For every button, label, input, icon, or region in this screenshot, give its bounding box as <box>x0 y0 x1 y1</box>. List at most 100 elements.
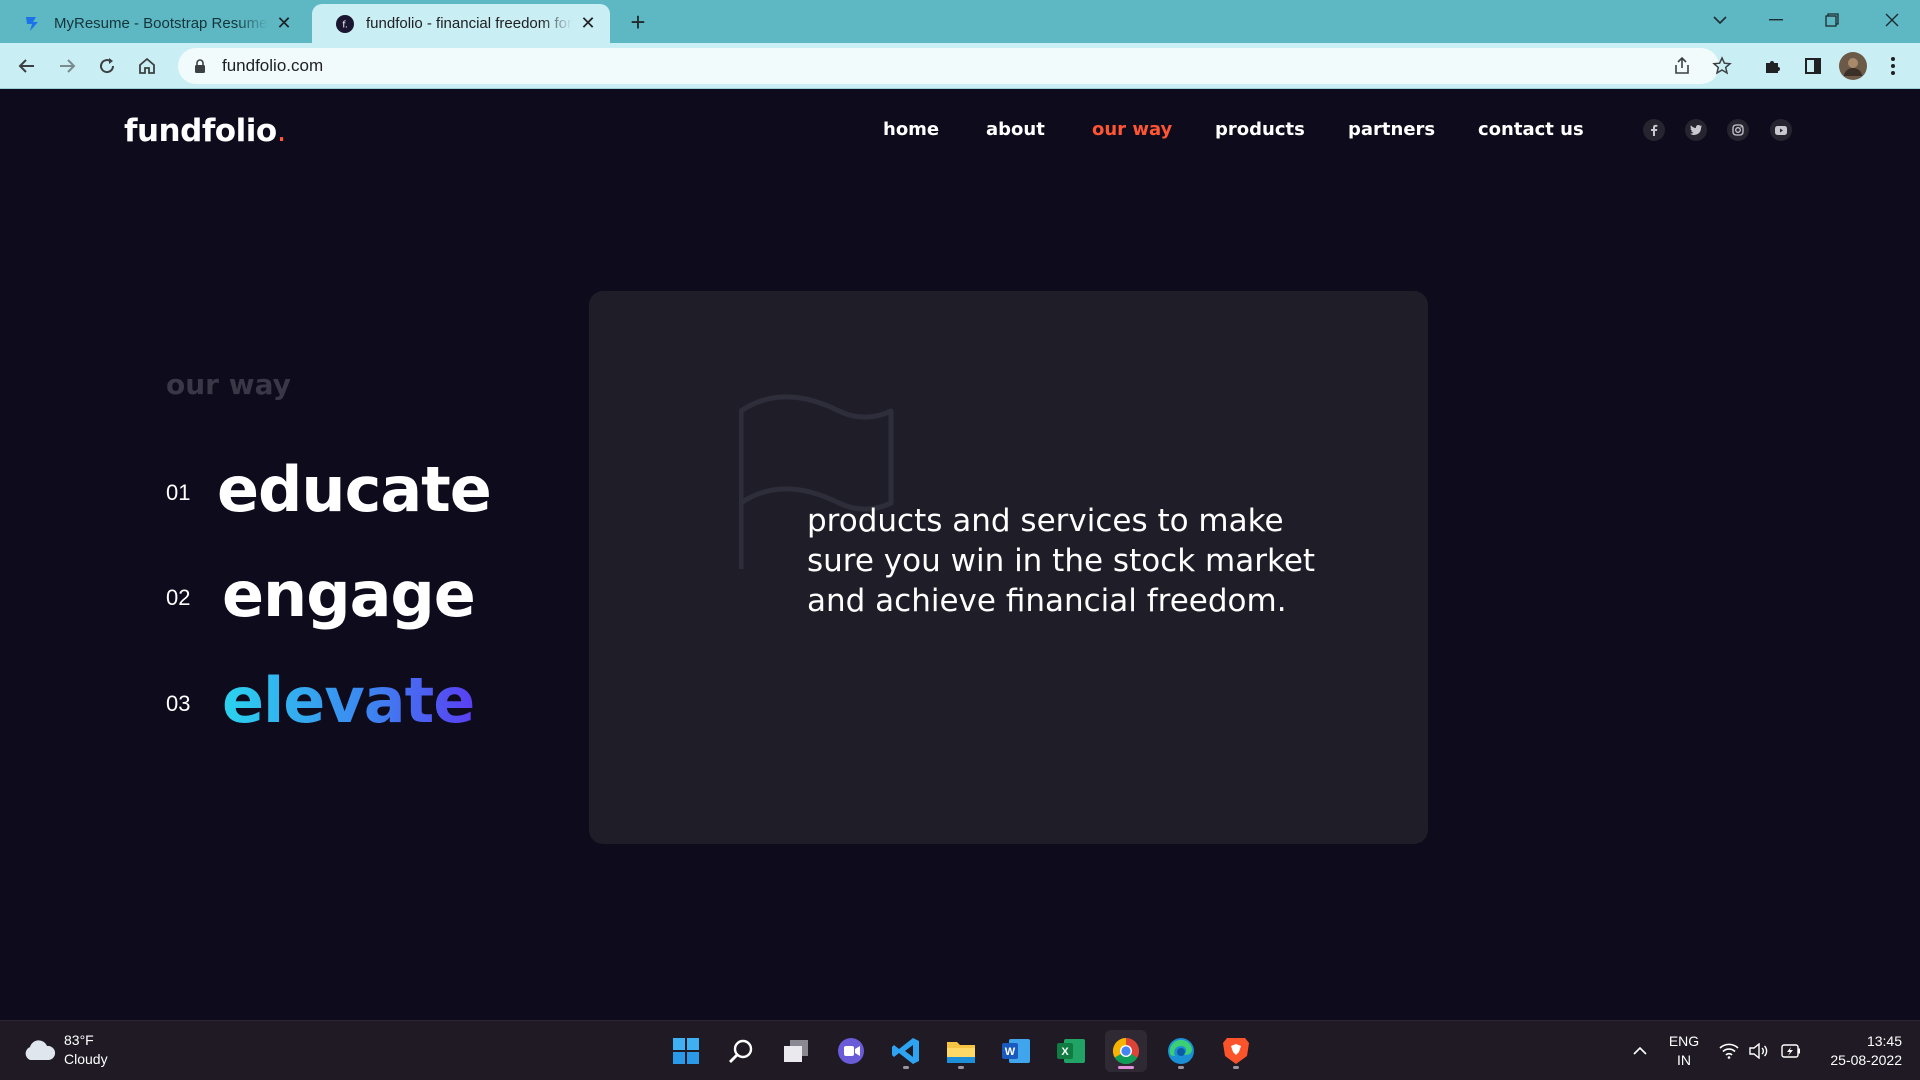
bootstrapmade-favicon-icon <box>26 16 38 31</box>
step-word-elevate[interactable]: elevate <box>222 664 475 737</box>
card-line: sure you win in the stock market <box>807 543 1316 579</box>
clock-time: 13:45 <box>1866 1033 1902 1049</box>
instagram-icon[interactable] <box>1727 119 1749 141</box>
edge-icon <box>1168 1038 1194 1064</box>
start-button[interactable] <box>665 1030 707 1072</box>
folder-icon <box>947 1042 975 1063</box>
back-icon[interactable] <box>12 51 42 81</box>
brave-app[interactable] <box>1215 1030 1257 1072</box>
show-hidden-icons[interactable] <box>1624 1021 1656 1080</box>
facebook-icon[interactable] <box>1643 119 1665 141</box>
nav-our-way[interactable]: our way <box>1092 119 1172 140</box>
volume-icon[interactable] <box>1745 1021 1771 1080</box>
nav-home[interactable]: home <box>883 119 939 140</box>
vscode-icon <box>892 1038 919 1064</box>
word-icon: W <box>1002 1039 1030 1063</box>
step-number: 02 <box>166 585 191 610</box>
tab-title: MyResume - Bootstrap Resume and CV Templ… <box>54 15 268 32</box>
search-icon <box>729 1039 753 1063</box>
language-code: ENG <box>1668 1033 1700 1049</box>
clock[interactable]: 13:45 25-08-2022 <box>1812 1021 1902 1080</box>
fundfolio-favicon-icon: f. <box>336 14 354 33</box>
task-view-icon <box>784 1040 808 1062</box>
language-indicator[interactable]: ENG IN <box>1664 1021 1704 1080</box>
clock-date: 25-08-2022 <box>1830 1052 1902 1068</box>
running-indicator <box>958 1066 964 1069</box>
svg-text:W: W <box>1005 1046 1016 1058</box>
extensions-icon[interactable] <box>1758 51 1788 81</box>
step-number: 03 <box>166 691 191 716</box>
tab-search-icon[interactable] <box>1692 0 1748 40</box>
word-app[interactable]: W <box>995 1030 1037 1072</box>
weather-widget[interactable]: 83°F Cloudy <box>22 1031 108 1069</box>
file-explorer-app[interactable] <box>940 1030 982 1072</box>
svg-text:X: X <box>1061 1046 1069 1058</box>
url-text: fundfolio.com <box>222 56 324 75</box>
chrome-app[interactable] <box>1105 1030 1147 1072</box>
battery-icon[interactable] <box>1776 1021 1804 1080</box>
web-page: fundfolio. home about our way products p… <box>0 89 1920 1020</box>
running-indicator <box>1178 1066 1184 1069</box>
step-word-educate[interactable]: educate <box>217 453 492 526</box>
restore-icon[interactable] <box>1804 0 1860 40</box>
brave-lion-icon <box>1223 1038 1249 1064</box>
youtube-icon[interactable] <box>1770 119 1792 141</box>
profile-avatar[interactable] <box>1838 51 1868 81</box>
tab-fundfolio[interactable]: f. fundfolio - financial freedom for all… <box>312 4 610 43</box>
card-line: and achieve financial freedom. <box>807 583 1287 619</box>
close-tab-icon[interactable]: ✕ <box>578 13 598 34</box>
nav-products[interactable]: products <box>1215 119 1305 140</box>
twitter-icon[interactable] <box>1685 119 1707 141</box>
site-logo[interactable]: fundfolio. <box>124 113 287 149</box>
tab-title: fundfolio - financial freedom for all <box>366 15 572 32</box>
region-code: IN <box>1677 1052 1691 1068</box>
weather-temp: 83°F <box>64 1032 94 1048</box>
content-card: products and services to make sure you w… <box>589 291 1428 844</box>
logo-text: fundfolio <box>124 113 277 149</box>
logo-dot: . <box>276 113 287 149</box>
card-line: products and services to make <box>807 503 1284 539</box>
close-window-icon[interactable] <box>1864 0 1920 40</box>
running-indicator <box>1233 1066 1239 1069</box>
wifi-icon[interactable] <box>1716 1021 1742 1080</box>
side-panel-icon[interactable] <box>1798 51 1828 81</box>
teams-chat-icon <box>838 1038 864 1064</box>
bookmark-star-icon[interactable] <box>1708 52 1736 80</box>
new-tab-button[interactable]: + <box>624 7 652 37</box>
task-view-button[interactable] <box>775 1030 817 1072</box>
nav-contact-us[interactable]: contact us <box>1478 119 1584 140</box>
minimize-icon[interactable] <box>1748 0 1804 40</box>
nav-partners[interactable]: partners <box>1348 119 1435 140</box>
search-button[interactable] <box>720 1030 762 1072</box>
chrome-icon <box>1112 1037 1140 1065</box>
browser-toolbar: fundfolio.com <box>0 43 1920 89</box>
cloud-icon <box>25 1040 56 1060</box>
excel-app[interactable]: X <box>1050 1030 1092 1072</box>
home-icon[interactable] <box>132 51 162 81</box>
reload-icon[interactable] <box>92 51 122 81</box>
section-label: our way <box>166 368 291 401</box>
tab-myresume[interactable]: MyResume - Bootstrap Resume and CV Templ… <box>0 4 306 43</box>
forward-icon[interactable] <box>52 51 82 81</box>
edge-app[interactable] <box>1160 1030 1202 1072</box>
svg-text:f.: f. <box>342 20 347 30</box>
windows-logo-icon <box>673 1038 699 1064</box>
running-indicator <box>1118 1066 1134 1069</box>
nav-about[interactable]: about <box>986 119 1045 140</box>
chrome-menu-icon[interactable] <box>1878 51 1908 81</box>
running-indicator <box>903 1066 909 1069</box>
excel-icon: X <box>1057 1039 1085 1063</box>
step-word-engage[interactable]: engage <box>222 558 476 631</box>
step-number: 01 <box>166 480 191 505</box>
share-icon[interactable] <box>1668 52 1696 80</box>
vscode-app[interactable] <box>885 1030 927 1072</box>
chevron-up-icon <box>1633 1046 1647 1055</box>
tab-strip: MyResume - Bootstrap Resume and CV Templ… <box>0 0 1920 43</box>
card-description: products and services to make sure you w… <box>807 501 1367 621</box>
close-tab-icon[interactable]: ✕ <box>274 13 294 34</box>
weather-desc: Cloudy <box>64 1051 108 1067</box>
address-bar[interactable]: fundfolio.com <box>178 48 1719 84</box>
chat-button[interactable] <box>830 1030 872 1072</box>
lock-icon[interactable] <box>192 58 208 74</box>
windows-taskbar: 83°F Cloudy W X ENG IN 13:45 25-08-2022 <box>0 1020 1920 1080</box>
